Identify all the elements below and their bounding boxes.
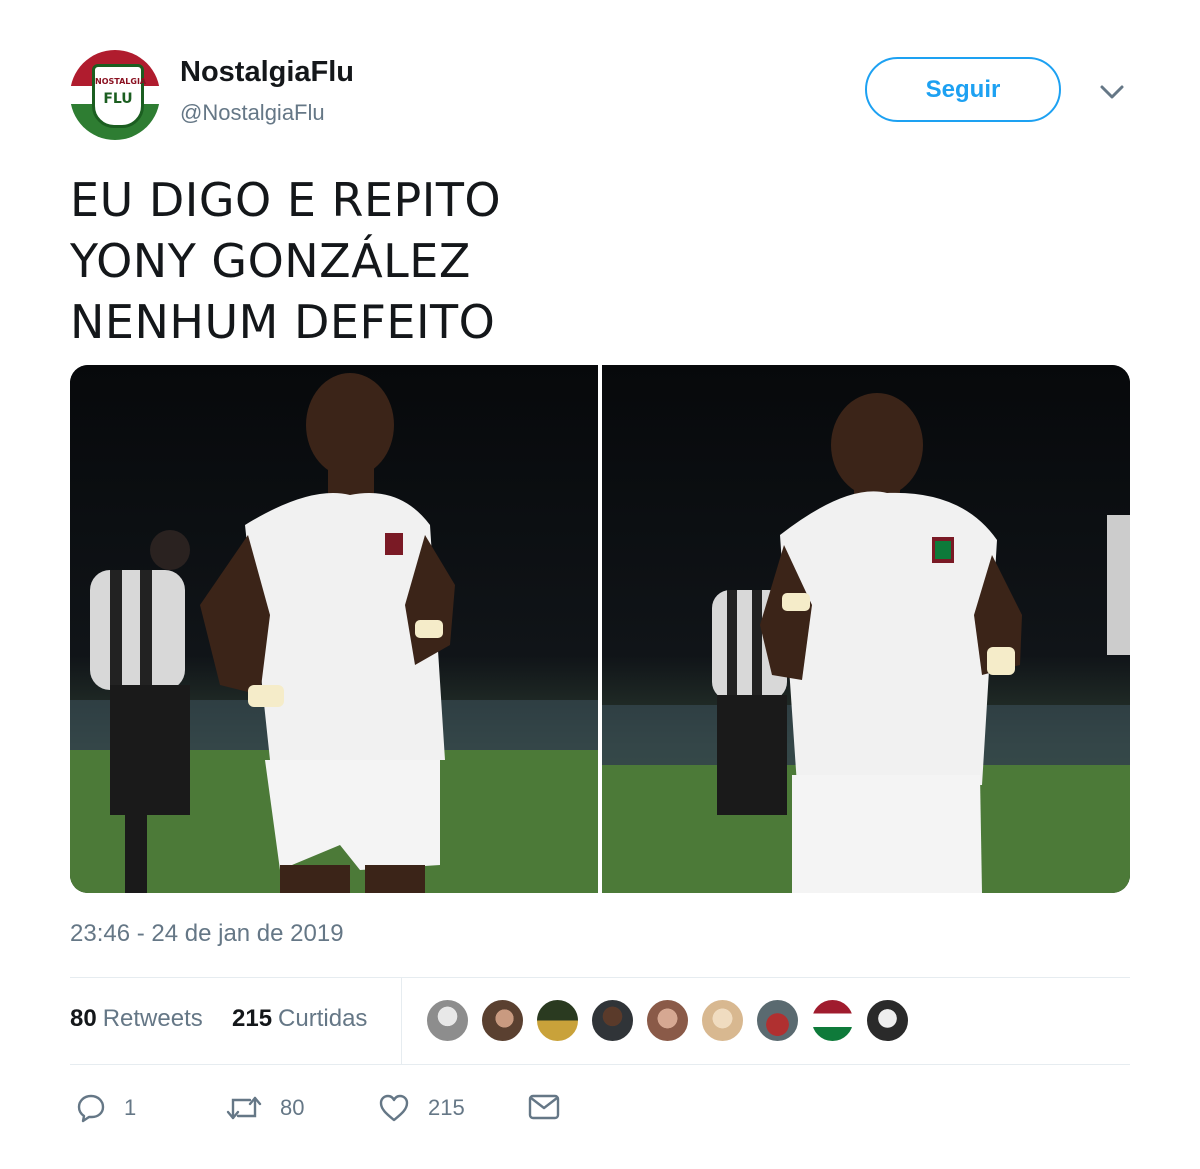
retweet-action[interactable]: 80 [226, 1093, 304, 1123]
liker-avatar[interactable] [755, 998, 800, 1043]
retweet-icon [226, 1096, 262, 1120]
liker-avatar[interactable] [590, 998, 635, 1043]
retweets-count: 80 [70, 1005, 97, 1032]
tweet-line: YONY GONZÁLEZ [70, 234, 471, 288]
retweets-label: Retweets [102, 1005, 203, 1032]
reply-icon [77, 1094, 105, 1123]
envelope-icon [528, 1094, 560, 1120]
liker-avatar[interactable] [425, 998, 470, 1043]
stats-divider [401, 978, 402, 1064]
likes-label: Curtidas [278, 1005, 368, 1032]
retweets-stat[interactable]: 80 Retweets [70, 1005, 203, 1033]
reply-count: 1 [124, 1095, 137, 1120]
likes-stat[interactable]: 215 Curtidas [232, 1005, 367, 1033]
avatar-logo-text-1: NOSTALGIA [95, 77, 147, 86]
liker-avatar[interactable] [480, 998, 525, 1043]
liker-avatar[interactable] [535, 998, 580, 1043]
tweet-photo-1[interactable] [70, 365, 598, 893]
like-action[interactable]: 215 [378, 1093, 465, 1123]
tweet-timestamp[interactable]: 23:46 - 24 de jan de 2019 [70, 920, 344, 948]
author-handle[interactable]: @NostalgiaFlu [180, 100, 325, 126]
avatar-logo-text-2: FLU [103, 91, 133, 107]
avatar-shield-logo: NOSTALGIA FLU [92, 64, 147, 128]
chevron-down-icon[interactable] [1098, 82, 1126, 102]
photo-1-image [70, 365, 598, 893]
liker-avatar[interactable] [810, 998, 855, 1043]
divider [70, 977, 1130, 978]
liker-avatar[interactable] [645, 998, 690, 1043]
author-avatar[interactable]: NOSTALGIA FLU [70, 50, 160, 140]
tweet-text: EU DIGO E REPITO YONY GONZÁLEZ NENHUM DE… [70, 170, 501, 353]
liker-avatar[interactable] [700, 998, 745, 1043]
tweet-photo-2[interactable] [602, 365, 1130, 893]
liker-avatar[interactable] [865, 998, 910, 1043]
like-count: 215 [428, 1095, 465, 1120]
author-display-name[interactable]: NostalgiaFlu [180, 56, 354, 89]
retweet-count: 80 [280, 1095, 305, 1120]
heart-icon [379, 1094, 409, 1122]
reply-action[interactable]: 1 [76, 1093, 136, 1123]
follow-button[interactable]: Seguir [865, 57, 1061, 122]
divider [70, 1064, 1130, 1065]
liker-avatars [425, 998, 910, 1043]
tweet-line: EU DIGO E REPITO [70, 173, 502, 227]
photo-2-image [602, 365, 1130, 893]
likes-count: 215 [232, 1005, 273, 1032]
direct-message-action[interactable] [528, 1093, 578, 1121]
tweet-line: NENHUM DEFEITO [70, 295, 496, 349]
